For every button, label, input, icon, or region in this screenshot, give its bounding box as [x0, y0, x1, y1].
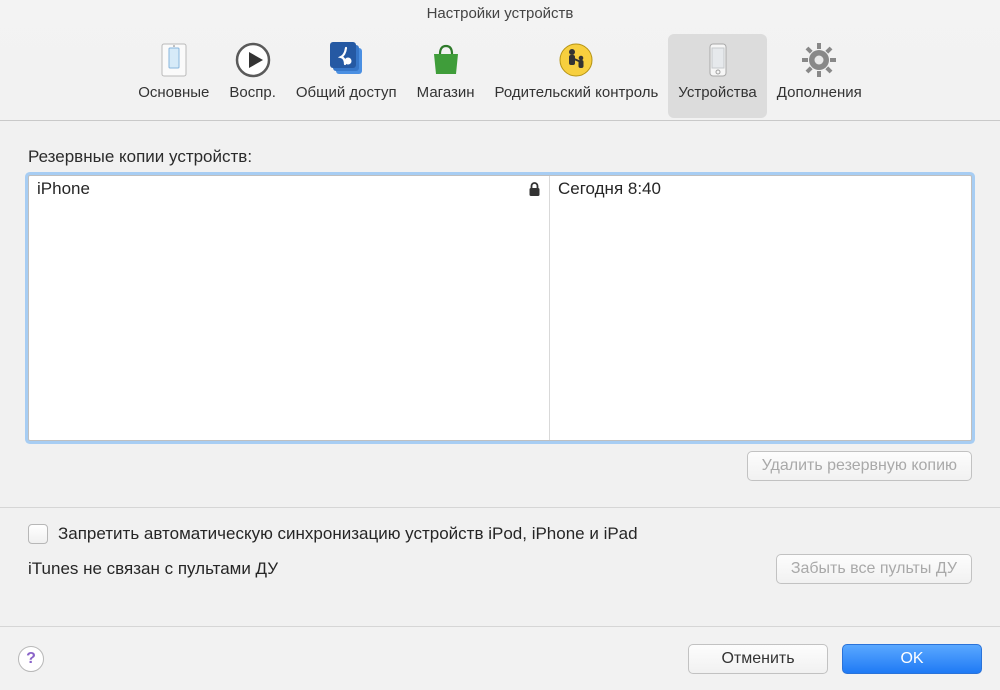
devices-icon [696, 38, 740, 82]
help-button[interactable]: ? [18, 646, 44, 672]
tab-general[interactable]: Основные [128, 34, 219, 118]
sharing-icon [324, 38, 368, 82]
backup-name: iPhone [37, 179, 90, 199]
cancel-button[interactable]: Отменить [688, 644, 828, 674]
backup-row[interactable]: iPhone [29, 176, 549, 202]
backup-table[interactable]: iPhone Сегодня 8:40 [28, 175, 972, 441]
store-icon [424, 38, 468, 82]
prevent-sync-label: Запретить автоматическую синхронизацию у… [58, 524, 638, 544]
tab-playback[interactable]: Воспр. [219, 34, 285, 118]
tab-label: Родительский контроль [495, 84, 659, 101]
gear-icon [797, 38, 841, 82]
tab-store[interactable]: Магазин [407, 34, 485, 118]
delete-backup-button[interactable]: Удалить резервную копию [747, 451, 972, 481]
tab-advanced[interactable]: Дополнения [767, 34, 872, 118]
tab-label: Основные [138, 84, 209, 101]
tab-label: Магазин [417, 84, 475, 101]
playback-icon [231, 38, 275, 82]
tab-devices[interactable]: Устройства [668, 34, 766, 118]
tab-label: Общий доступ [296, 84, 397, 101]
tab-label: Дополнения [777, 84, 862, 101]
preferences-toolbar: Основные Воспр. О [0, 28, 1000, 121]
general-icon [152, 38, 196, 82]
forget-remotes-button[interactable]: Забыть все пульты ДУ [776, 554, 972, 584]
backups-section-label: Резервные копии устройств: [28, 147, 972, 167]
window-title: Настройки устройств [0, 0, 1000, 28]
divider [0, 507, 1000, 508]
tab-label: Воспр. [229, 84, 275, 101]
prevent-sync-checkbox[interactable] [28, 524, 48, 544]
ok-button[interactable]: OK [842, 644, 982, 674]
remote-status-text: iTunes не связан с пультами ДУ [28, 559, 278, 579]
tab-parental[interactable]: Родительский контроль [485, 34, 669, 118]
tab-sharing[interactable]: Общий доступ [286, 34, 407, 118]
parental-icon [554, 38, 598, 82]
lock-icon [528, 182, 541, 197]
tab-label: Устройства [678, 84, 756, 101]
backup-date[interactable]: Сегодня 8:40 [550, 176, 971, 202]
